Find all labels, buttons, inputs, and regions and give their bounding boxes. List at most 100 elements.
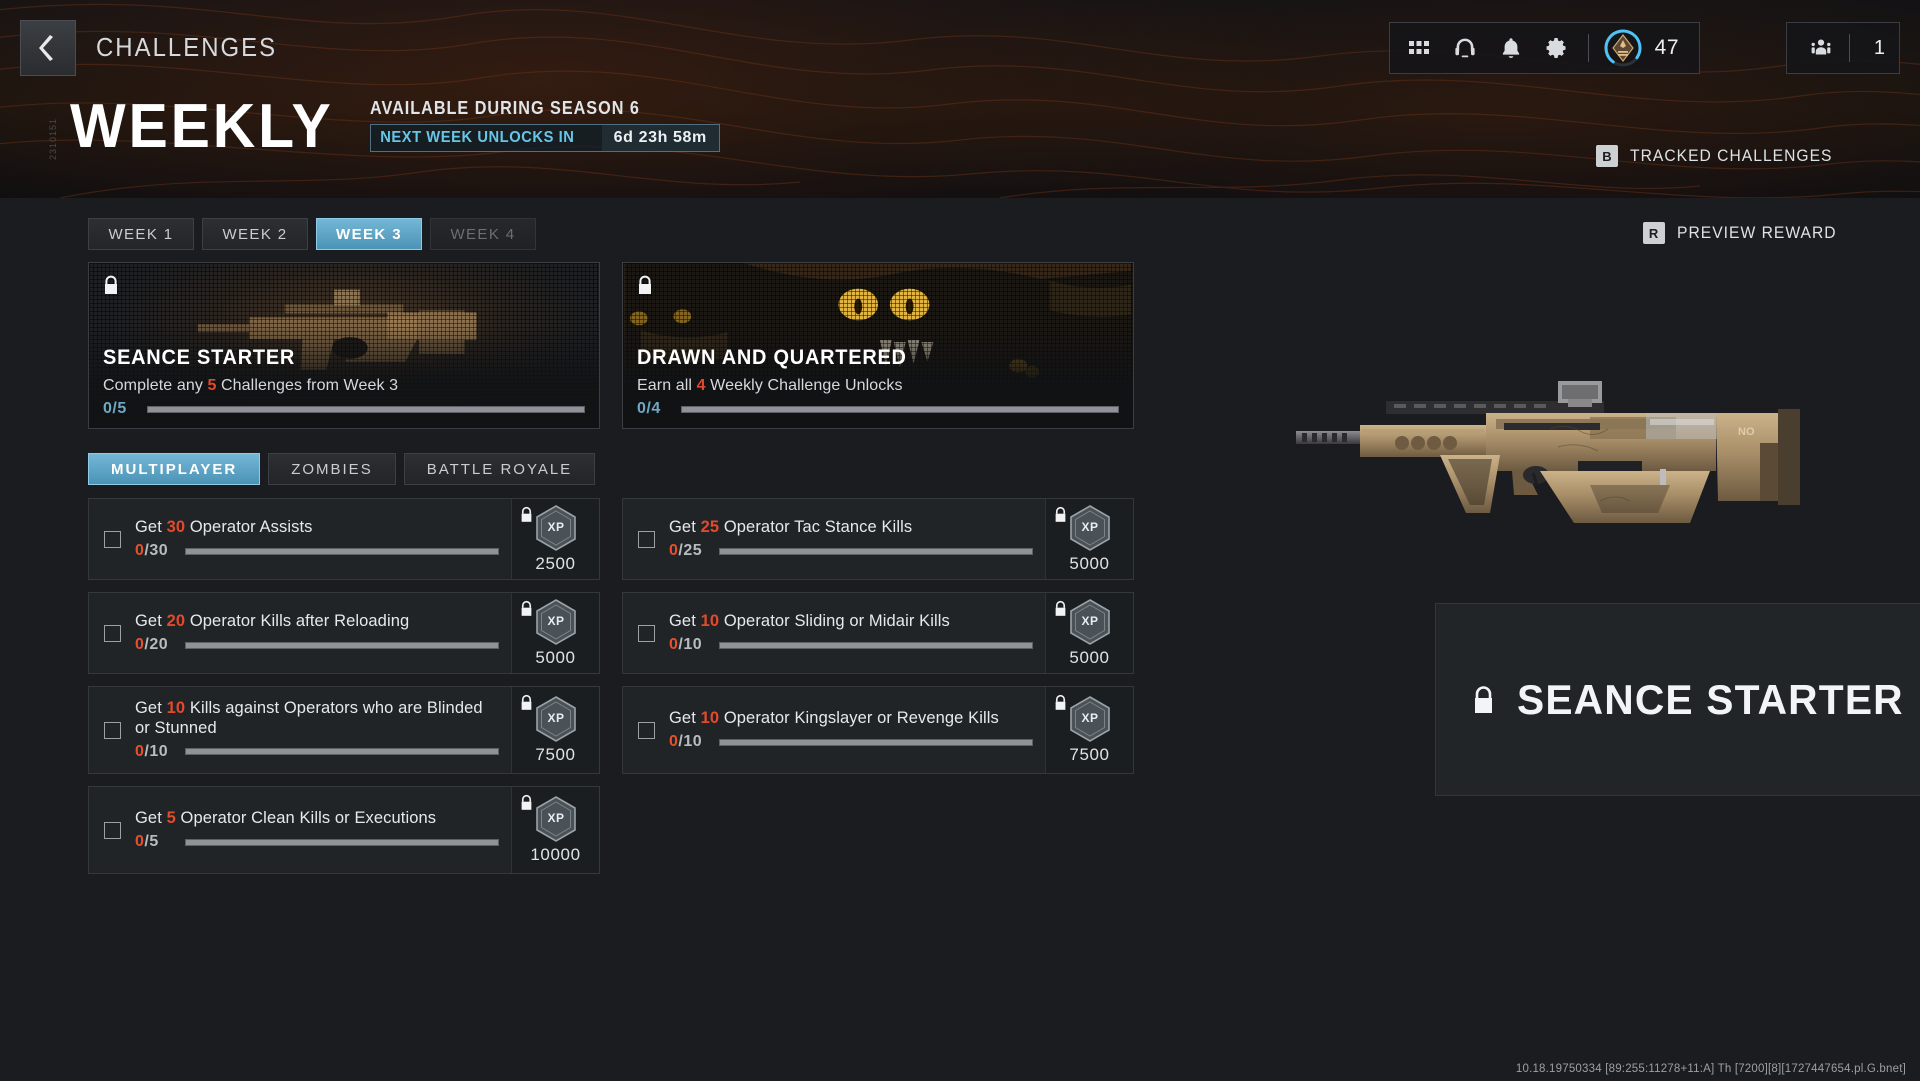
reward-card-body: DRAWN AND QUARTERED Earn all 4 Weekly Ch… — [637, 346, 1119, 418]
progress-goal: /5 — [144, 833, 159, 851]
headset-icon[interactable] — [1442, 23, 1488, 73]
hero-title: WEEKLY — [70, 92, 334, 161]
highlight-number: 5 — [166, 808, 176, 827]
highlight-number: 30 — [166, 517, 186, 536]
lock-icon — [1475, 685, 1493, 713]
build-version-string: 10.18.19750334 [89:255:11278+11:A] Th [7… — [1515, 1063, 1906, 1075]
progress-current: 0 — [135, 636, 145, 654]
reward-card[interactable]: SEANCE STARTER Complete any 5 Challenges… — [88, 262, 600, 429]
lock-icon — [1055, 600, 1066, 616]
challenge-progress-text: 0/10 — [135, 743, 175, 761]
challenge-track-checkbox[interactable] — [89, 687, 135, 773]
challenge-track-checkbox[interactable] — [623, 499, 669, 579]
challenge-track-checkbox[interactable] — [89, 499, 135, 579]
challenge-reward: XP 5000 — [511, 593, 599, 673]
mode-tab-battle-royale[interactable]: BATTLE ROYALE — [403, 453, 596, 485]
reward-card-title: SEANCE STARTER — [103, 346, 296, 369]
tracked-challenges-button[interactable]: B TRACKED CHALLENGES — [1595, 145, 1850, 167]
progress-goal: /10 — [678, 636, 703, 654]
challenge-track-checkbox[interactable] — [89, 593, 135, 673]
xp-amount: 2500 — [535, 554, 576, 573]
progress-bar — [719, 547, 1033, 555]
challenge-row[interactable]: Get 20 Operator Kills after Reloading 0/… — [88, 592, 600, 674]
reward-preview-panel: NO SEANCE STARTER — [1220, 198, 1920, 1081]
rank-progress-widget[interactable]: 47 — [1597, 28, 1693, 68]
mode-tab-label: BATTLE ROYALE — [426, 460, 573, 478]
challenge-reward: XP 10000 — [511, 787, 599, 873]
mode-tab-zombies[interactable]: ZOMBIES — [268, 453, 396, 485]
challenge-progress-text: 0/25 — [669, 542, 709, 560]
hero-heading-row: WEEKLY AVAILABLE DURING SEASON 6 NEXT WE… — [70, 96, 720, 158]
progress-bar — [185, 838, 499, 846]
week-tab-4[interactable]: WEEK 4 — [430, 218, 536, 250]
svg-text:NO: NO — [1738, 426, 1755, 438]
challenge-progress: 0/30 — [135, 542, 499, 560]
timer-label: NEXT WEEK UNLOCKS IN — [379, 129, 574, 146]
challenge-track-checkbox[interactable] — [623, 593, 669, 673]
progress-current: 0 — [135, 833, 145, 851]
challenge-track-checkbox[interactable] — [623, 687, 669, 773]
xp-amount: 7500 — [1069, 745, 1110, 764]
mode-tab-multiplayer[interactable]: MULTIPLAYER — [88, 453, 261, 485]
hud-main-group: 47 — [1388, 22, 1700, 74]
challenge-main: Get 10 Operator Sliding or Midair Kills … — [669, 593, 1045, 673]
hero-banner: CHALLENGES 47 1 2310151 WEEKLY AVAILABLE… — [0, 0, 1920, 198]
challenge-row[interactable]: Get 10 Operator Kingslayer or Revenge Ki… — [622, 686, 1134, 774]
reward-card-progress-text: 0/4 — [637, 400, 661, 417]
challenge-columns: Get 30 Operator Assists 0/30 XP 2500 Get… — [88, 498, 1134, 874]
challenge-reward: XP 2500 — [511, 499, 599, 579]
challenge-track-checkbox[interactable] — [89, 787, 135, 873]
challenge-row[interactable]: Get 10 Operator Sliding or Midair Kills … — [622, 592, 1134, 674]
svg-text:XP: XP — [1081, 520, 1098, 534]
progress-bar — [185, 547, 499, 555]
gear-settings-icon[interactable] — [1534, 23, 1580, 73]
reward-card[interactable]: DRAWN AND QUARTERED Earn all 4 Weekly Ch… — [622, 262, 1134, 429]
next-week-timer: NEXT WEEK UNLOCKS IN 6d 23h 58m — [369, 124, 720, 152]
hero-side-code: 2310151 — [48, 118, 58, 161]
party-members-icon — [1801, 23, 1841, 73]
highlight-number: 10 — [700, 611, 720, 630]
challenge-column-left: Get 30 Operator Assists 0/30 XP 2500 Get… — [88, 498, 600, 874]
challenge-progress-text: 0/10 — [669, 636, 709, 654]
challenge-description: Get 10 Operator Sliding or Midair Kills — [669, 611, 950, 630]
challenge-row[interactable]: Get 5 Operator Clean Kills or Executions… — [88, 786, 600, 874]
week-tab-1[interactable]: WEEK 1 — [88, 218, 194, 250]
challenge-row[interactable]: Get 25 Operator Tac Stance Kills 0/25 XP… — [622, 498, 1134, 580]
week-tab-3[interactable]: WEEK 3 — [316, 218, 422, 250]
reward-card-description: Complete any 5 Challenges from Week 3 — [103, 377, 399, 394]
bell-notifications-icon[interactable] — [1488, 23, 1534, 73]
progress-current: 0 — [135, 542, 145, 560]
challenge-progress-text: 0/5 — [135, 833, 175, 851]
back-button[interactable] — [20, 20, 76, 76]
xp-amount: 5000 — [1069, 648, 1110, 667]
reward-card-progress-text: 0/5 — [103, 400, 127, 417]
challenge-main: Get 10 Operator Kingslayer or Revenge Ki… — [669, 687, 1045, 773]
lock-icon — [521, 506, 532, 522]
week-tabs: WEEK 1 WEEK 2 WEEK 3 WEEK 4 — [88, 218, 536, 250]
svg-text:XP: XP — [547, 811, 564, 825]
week-tab-2[interactable]: WEEK 2 — [202, 218, 308, 250]
progress-goal: /10 — [678, 733, 703, 751]
svg-text:XP: XP — [547, 711, 564, 725]
mode-tab-label: ZOMBIES — [291, 460, 373, 478]
lock-icon — [521, 600, 532, 616]
key-hint-b: B — [1595, 145, 1618, 167]
mode-tabs: MULTIPLAYER ZOMBIES BATTLE ROYALE — [88, 453, 596, 485]
lock-icon — [1055, 506, 1066, 522]
challenge-column-right: Get 25 Operator Tac Stance Kills 0/25 XP… — [622, 498, 1134, 874]
content-area: R PREVIEW REWARD WEEK 1 WEEK 2 WEEK 3 WEEK … — [0, 198, 1920, 1081]
challenge-row[interactable]: Get 30 Operator Assists 0/30 XP 2500 — [88, 498, 600, 580]
challenge-reward: XP 7500 — [511, 687, 599, 773]
challenge-progress-text: 0/20 — [135, 636, 175, 654]
hero-meta: AVAILABLE DURING SEASON 6 NEXT WEEK UNLO… — [369, 98, 720, 158]
timer-value: 6d 23h 58m — [601, 125, 719, 151]
challenge-progress-text: 0/10 — [669, 733, 709, 751]
top-bar: CHALLENGES 47 1 — [0, 0, 1920, 94]
challenge-row[interactable]: Get 10 Kills against Operators who are B… — [88, 686, 600, 774]
xp-amount: 7500 — [535, 745, 576, 764]
grid-apps-icon[interactable] — [1396, 23, 1442, 73]
hud-party-group[interactable]: 1 — [1785, 22, 1900, 74]
highlight-number: 25 — [700, 517, 720, 536]
rank-level-value: 47 — [1654, 36, 1679, 59]
xp-amount: 5000 — [1069, 554, 1110, 573]
